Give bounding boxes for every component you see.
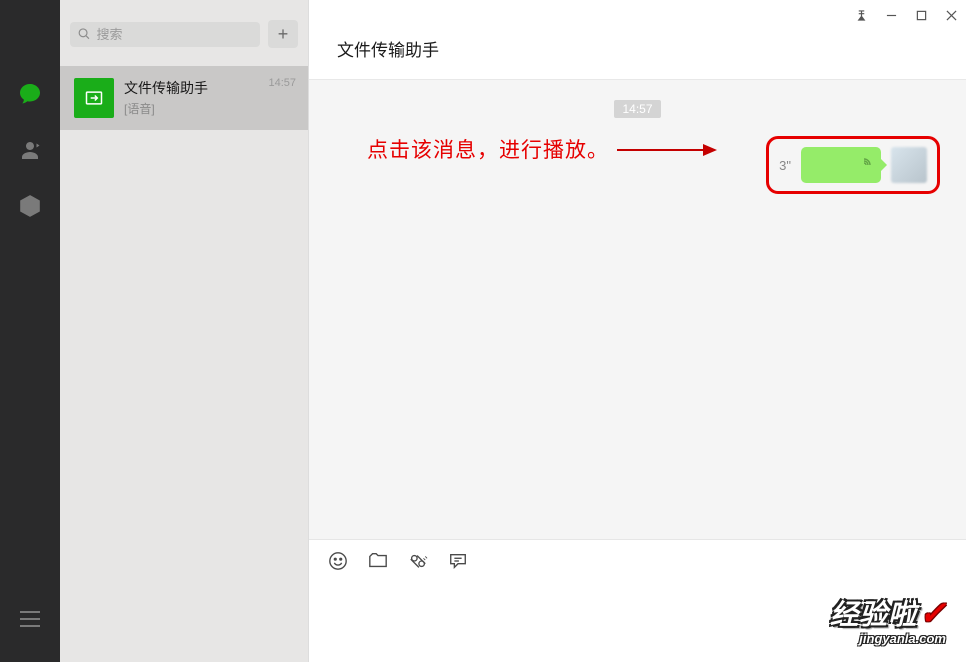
- voice-message-bubble[interactable]: [801, 147, 881, 183]
- search-box[interactable]: [70, 22, 260, 47]
- contacts-tab-icon[interactable]: [16, 136, 44, 164]
- conversation-time: 14:57: [268, 77, 296, 89]
- maximize-icon[interactable]: [914, 8, 928, 22]
- annotation-callout: 3": [766, 136, 940, 194]
- chat-area: 文件传输助手 14:57 3" 点击该消息，进行播放。: [309, 0, 966, 662]
- message-timestamp: 14:57: [614, 100, 660, 118]
- chat-header: 文件传输助手: [309, 30, 966, 80]
- conversation-preview: [语音]: [124, 100, 294, 117]
- titlebar: [309, 0, 966, 30]
- minimize-icon[interactable]: [884, 8, 898, 22]
- voice-duration: 3": [779, 158, 791, 173]
- user-avatar[interactable]: [891, 147, 927, 183]
- emoji-icon[interactable]: [327, 550, 349, 572]
- search-icon: [78, 27, 91, 41]
- screenshot-icon[interactable]: [407, 550, 429, 572]
- chat-history-icon[interactable]: [447, 550, 469, 572]
- annotation-text: 点击该消息，进行播放。: [367, 134, 609, 164]
- annotation: 点击该消息，进行播放。: [367, 134, 717, 164]
- menu-icon[interactable]: [20, 611, 40, 632]
- chat-tab-icon[interactable]: [16, 80, 44, 108]
- conversation-item[interactable]: 文件传输助手 [语音] 14:57: [60, 66, 308, 130]
- nav-rail: [0, 0, 60, 662]
- file-helper-avatar-icon: [74, 78, 114, 118]
- add-button[interactable]: +: [268, 20, 298, 48]
- message-input-area[interactable]: [309, 582, 966, 662]
- voice-wave-icon: [857, 158, 871, 172]
- search-row: +: [60, 0, 308, 66]
- pin-icon[interactable]: [854, 8, 868, 22]
- arrow-icon: [617, 142, 717, 158]
- chat-body: 14:57 3" 点击该消息，进行播放。: [309, 80, 966, 539]
- input-toolbar: [309, 540, 966, 582]
- chat-title: 文件传输助手: [337, 36, 938, 61]
- conversation-list: + 文件传输助手 [语音] 14:57: [60, 0, 309, 662]
- file-icon[interactable]: [367, 550, 389, 572]
- programs-tab-icon[interactable]: [16, 192, 44, 220]
- close-icon[interactable]: [944, 8, 958, 22]
- search-input[interactable]: [97, 27, 252, 42]
